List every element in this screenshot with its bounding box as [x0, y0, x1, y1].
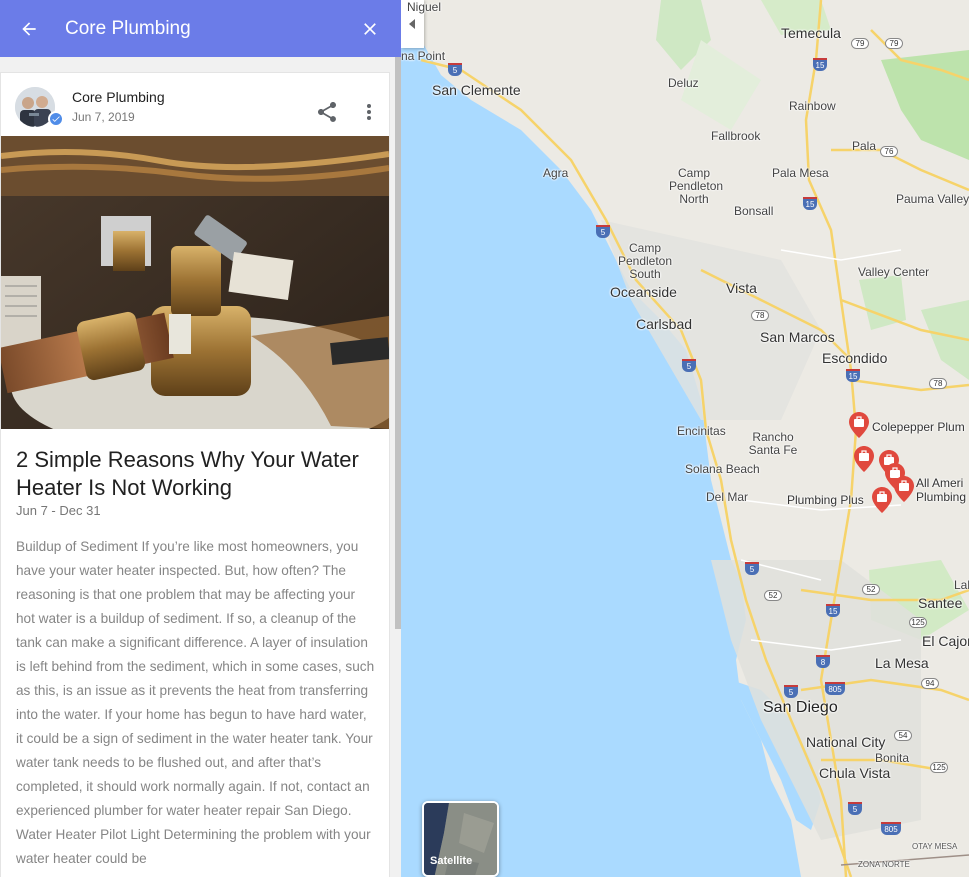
place-label: Rainbow: [789, 99, 836, 113]
business-pin-icon[interactable]: [872, 487, 892, 513]
place-label: National City: [806, 734, 886, 750]
interstate-shield: 805: [825, 682, 845, 695]
interstate-shield: 5: [682, 359, 696, 372]
app-bar: Core Plumbing: [0, 0, 401, 57]
place-label: Rancho Santa Fe: [748, 430, 798, 457]
place-label: Escondido: [822, 350, 888, 366]
place-label: Del Mar: [706, 490, 749, 504]
business-label[interactable]: All Ameri Plumbing: [916, 476, 969, 504]
post-author: Core Plumbing: [72, 89, 165, 105]
post-scroll-area[interactable]: Core Plumbing Jun 7, 2019 2 Simple Reaso…: [0, 57, 401, 877]
business-label[interactable]: Colepepper Plum: [872, 420, 965, 434]
close-icon: [364, 22, 376, 35]
more-options-button[interactable]: [361, 100, 377, 124]
place-label: Valley Center: [858, 265, 930, 279]
chevron-left-icon: [408, 19, 415, 29]
interstate-shield: 15: [813, 58, 827, 71]
highway-shield: 76: [880, 146, 898, 157]
interstate-shield: 805: [881, 822, 901, 835]
side-panel: Core Plumbing Core Plumbing Jun 7, 2019 …: [0, 0, 401, 877]
highway-shield: 52: [764, 590, 782, 601]
business-pin-icon[interactable]: [849, 412, 869, 438]
place-label: Santee: [918, 595, 963, 611]
post-card: Core Plumbing Jun 7, 2019 2 Simple Reaso…: [0, 72, 390, 877]
satellite-label: Satellite: [430, 855, 473, 867]
business-pin-icon[interactable]: [854, 446, 874, 472]
post-image: [1, 136, 389, 429]
place-label: Vista: [726, 280, 757, 296]
place-label: OTAY MESA: [912, 842, 958, 851]
place-label: San Diego: [763, 699, 838, 716]
place-label: Niguel: [407, 0, 442, 14]
business-pin-icon[interactable]: [894, 476, 914, 502]
place-label: Pala: [852, 139, 877, 153]
interstate-shield: 8: [816, 655, 830, 668]
place-label: Pauma Valley: [896, 192, 969, 206]
map-view[interactable]: Niguel na Point San Clemente Temecula De…: [401, 0, 969, 877]
interstate-shield: 5: [784, 685, 798, 698]
place-label: Camp Pendleton North: [669, 166, 724, 206]
place-label: San Clemente: [432, 82, 521, 98]
place-label: Solana Beach: [685, 462, 760, 476]
place-label: Chula Vista: [819, 765, 891, 781]
place-label: na Point: [401, 49, 446, 63]
interstate-shield: 5: [448, 63, 462, 76]
interstate-shield: 5: [848, 802, 862, 815]
more-vert-icon: [367, 104, 371, 120]
place-label: Oceanside: [610, 284, 677, 300]
close-button[interactable]: [339, 0, 401, 57]
arrow-back-icon: [22, 21, 36, 36]
place-label: ZONA NORTE: [858, 860, 910, 869]
interstate-shield: 5: [745, 562, 759, 575]
place-label: Pala Mesa: [772, 166, 829, 180]
highway-shield: 79: [851, 38, 869, 49]
post-date: Jun 7, 2019: [72, 110, 135, 124]
satellite-toggle-button[interactable]: Satellite: [422, 801, 499, 877]
place-label: Temecula: [781, 25, 841, 41]
verified-badge-icon: [48, 111, 64, 127]
place-label: Encinitas: [677, 424, 726, 438]
place-label: San Marcos: [760, 329, 835, 345]
post-title: 2 Simple Reasons Why Your Water Heater I…: [16, 447, 359, 500]
interstate-shield: 15: [846, 369, 860, 382]
business-label[interactable]: Plumbing Plus: [787, 493, 864, 507]
place-label: Carlsbad: [636, 316, 693, 332]
interstate-shield: 5: [596, 225, 610, 238]
back-button[interactable]: [0, 0, 58, 57]
place-label: Bonsall: [734, 204, 774, 218]
interstate-shield: 15: [803, 197, 817, 210]
highway-shield: 125: [909, 617, 927, 628]
app-root: Core Plumbing Core Plumbing Jun 7, 2019 …: [0, 0, 969, 877]
highway-shield: 79: [885, 38, 903, 49]
highway-shield: 54: [894, 730, 912, 741]
place-label: Deluz: [668, 76, 699, 90]
highway-shield: 94: [921, 678, 939, 689]
place-label: El Cajon: [922, 633, 969, 649]
share-icon: [318, 102, 336, 122]
highway-shield: 125: [930, 762, 948, 773]
post-date-range: Jun 7 - Dec 31: [16, 503, 101, 518]
place-label: Camp Pendleton South: [617, 241, 673, 281]
interstate-shield: 15: [826, 604, 840, 617]
place-label: Lak: [954, 578, 969, 592]
highway-shield: 52: [862, 584, 880, 595]
app-bar-title: Core Plumbing: [65, 17, 191, 39]
place-label: Fallbrook: [711, 129, 761, 143]
share-button[interactable]: [315, 100, 339, 124]
highway-shield: 78: [929, 378, 947, 389]
place-label: Agra: [543, 166, 569, 180]
place-label: Bonita: [875, 751, 910, 765]
highway-shield: 78: [751, 310, 769, 321]
post-header: Core Plumbing Jun 7, 2019: [1, 73, 389, 137]
place-label: La Mesa: [875, 655, 929, 671]
post-body: Buildup of Sediment If you’re like most …: [16, 539, 375, 866]
